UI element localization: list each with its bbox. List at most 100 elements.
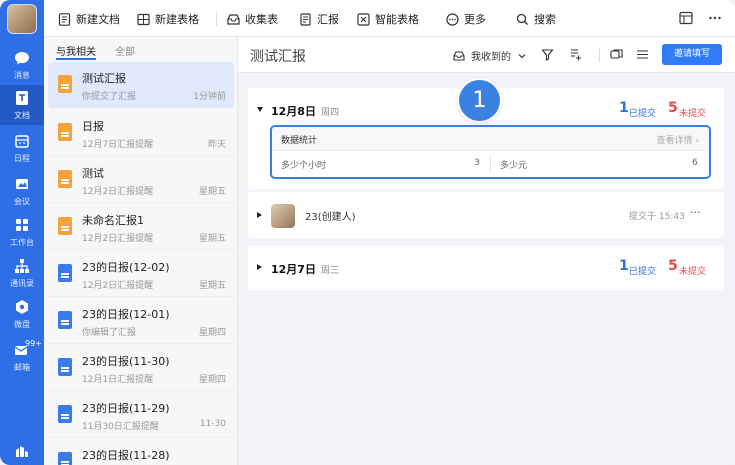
more-circle-icon (446, 12, 459, 26)
received-filter-dropdown[interactable]: 我收到的 (453, 48, 528, 63)
more-button[interactable]: 更多 (446, 11, 486, 27)
left-navigation-rail: 消息 文档 日程 会议 工作台 通讯录 微盘 99+ 邮箱 (0, 0, 44, 465)
list-item-subtitle: 12月7日汇报提醒 (82, 140, 154, 150)
collect-form-label: 收集表 (245, 13, 278, 26)
report-list-panel: 与我相关 全部 测试汇报 你提交了汇报 1分钟前 日报 12月7日汇报提醒 昨天… (44, 37, 238, 465)
filter-label: 我收到的 (471, 52, 511, 63)
unsubmitted-count[interactable]: 5 (668, 258, 678, 274)
calendar-icon (15, 135, 29, 148)
copy-windows-icon[interactable] (610, 48, 623, 61)
unsubmitted-label[interactable]: 未提交 (679, 264, 706, 277)
daily-report-file-icon (58, 311, 72, 329)
submitted-label[interactable]: 已提交 (629, 106, 656, 119)
hamburger-menu-icon[interactable] (636, 48, 649, 61)
new-sheet-label: 新建表格 (155, 13, 199, 26)
tab-all[interactable]: 全部 (115, 43, 135, 58)
list-item-time: 星期四 (198, 328, 226, 338)
layout-toggle-icon[interactable] (679, 11, 693, 25)
rail-item-messages[interactable]: 消息 (0, 45, 44, 85)
list-item[interactable]: 测试 12月2日汇报提醒 星期五 (48, 157, 234, 203)
rail-item-mail[interactable]: 99+ 邮箱 (0, 337, 44, 377)
day-group-card: 12月7日 周三 1 已提交 5 未提交 (248, 246, 724, 290)
view-details-link[interactable]: 查看详情 › (657, 133, 699, 146)
rail-item-docs[interactable]: 文档 (0, 85, 44, 125)
rail-label: 文档 (14, 111, 30, 120)
list-item[interactable]: 测试汇报 你提交了汇报 1分钟前 (48, 62, 234, 108)
unsubmitted-label[interactable]: 未提交 (679, 106, 706, 119)
list-item-title: 日报 (82, 120, 104, 133)
report-file-icon (58, 123, 72, 141)
collect-form-button[interactable]: 收集表 (227, 11, 278, 27)
tray-icon (227, 13, 240, 25)
rail-item-meeting[interactable]: 会议 (0, 171, 44, 211)
group-weekday: 周四 (321, 108, 340, 118)
list-item-title: 测试 (82, 167, 104, 180)
list-tabs: 与我相关 全部 (44, 37, 238, 61)
new-doc-button[interactable]: 新建文档 (58, 11, 120, 27)
step-marker-badge: 1 (457, 78, 502, 123)
rail-item-calendar[interactable]: 日程 (0, 128, 44, 168)
metric-divider (490, 155, 491, 173)
group-weekday: 周三 (321, 266, 340, 276)
row-more-icon[interactable]: ··· (690, 206, 701, 219)
list-item[interactable]: 23的日报(12-02) 12月2日汇报提醒 星期五 (48, 251, 234, 297)
grid-icon (16, 219, 28, 231)
submitted-label[interactable]: 已提交 (629, 264, 656, 277)
rail-item-contacts[interactable]: 通讯录 (0, 253, 44, 293)
list-item[interactable]: 未命名汇报1 12月2日汇报提醒 星期五 (48, 204, 234, 250)
expand-triangle-icon[interactable] (257, 264, 262, 270)
chevron-down-icon (518, 53, 526, 58)
search-button[interactable]: 搜索 (516, 11, 556, 27)
funnel-filter-icon[interactable] (541, 48, 554, 61)
report-button[interactable]: 汇报 (299, 11, 339, 27)
list-item[interactable]: 23的日报(12-01) 你编辑了汇报 星期四 (48, 298, 234, 344)
daily-report-file-icon (58, 452, 72, 465)
metric-value: 3 (474, 158, 480, 168)
toolbar-divider (216, 12, 217, 26)
new-sheet-button[interactable]: 新建表格 (137, 11, 199, 27)
app-window: 消息 文档 日程 会议 工作台 通讯录 微盘 99+ 邮箱 新建文档 新建表格 … (0, 0, 735, 465)
apps-icon[interactable] (15, 444, 29, 458)
user-avatar[interactable] (7, 4, 37, 34)
list-item-title: 23的日报(12-01) (82, 308, 170, 321)
list-item-time: 昨天 (207, 140, 226, 150)
video-icon (16, 179, 28, 189)
doc-icon (58, 12, 71, 26)
rail-item-drive[interactable]: 微盘 (0, 294, 44, 334)
daily-report-file-icon (58, 405, 72, 423)
invite-fill-button[interactable]: 邀请填写 (662, 44, 722, 65)
report-label: 汇报 (317, 13, 339, 26)
list-item-title: 23的日报(11-30) (82, 355, 170, 368)
menu-more-icon[interactable] (708, 11, 722, 25)
list-item-time: 星期四 (198, 375, 226, 385)
submitter-avatar (271, 204, 295, 228)
inbox-icon (453, 50, 465, 61)
tab-related-to-me[interactable]: 与我相关 (56, 43, 96, 58)
data-statistics-box: 数据统计 查看详情 › 多少个小时 3 多少元 6 (270, 125, 711, 179)
list-item-subtitle: 你编辑了汇报 (82, 328, 137, 338)
list-item[interactable]: 日报 12月7日汇报提醒 昨天 (48, 110, 234, 156)
report-icon (300, 12, 311, 26)
list-item[interactable]: 23的日报(11-29) 11月30日汇报提醒 11-30 (48, 392, 234, 438)
expand-triangle-icon[interactable] (257, 212, 262, 218)
metric-value: 6 (692, 158, 698, 168)
submitted-time: 提交于 15:43 (629, 212, 685, 222)
submitted-count[interactable]: 1 (619, 258, 629, 274)
new-doc-label: 新建文档 (76, 13, 120, 26)
search-icon (516, 13, 528, 25)
collapse-triangle-icon[interactable] (257, 107, 263, 112)
list-item-subtitle: 11月30日汇报提醒 (82, 422, 159, 432)
unsubmitted-count[interactable]: 5 (668, 100, 678, 116)
smart-sheet-button[interactable]: 智能表格 (357, 11, 419, 27)
statistics-header: 数据统计 查看详情 › (272, 127, 709, 151)
list-item-title: 23的日报(12-02) (82, 261, 170, 274)
rail-item-workbench[interactable]: 工作台 (0, 212, 44, 252)
list-item[interactable]: 23的日报(11-28) (48, 439, 234, 465)
submitter-row[interactable]: 23(创建人) 提交于 15:43 ··· (248, 192, 724, 238)
list-item[interactable]: 23的日报(11-30) 12月1日汇报提醒 星期四 (48, 345, 234, 391)
list-item-title: 未命名汇报1 (82, 214, 144, 227)
export-list-icon[interactable] (569, 48, 582, 61)
submitted-count[interactable]: 1 (619, 100, 629, 116)
list-item-subtitle: 12月2日汇报提醒 (82, 187, 154, 197)
submitter-name: 23(创建人) (305, 212, 356, 223)
